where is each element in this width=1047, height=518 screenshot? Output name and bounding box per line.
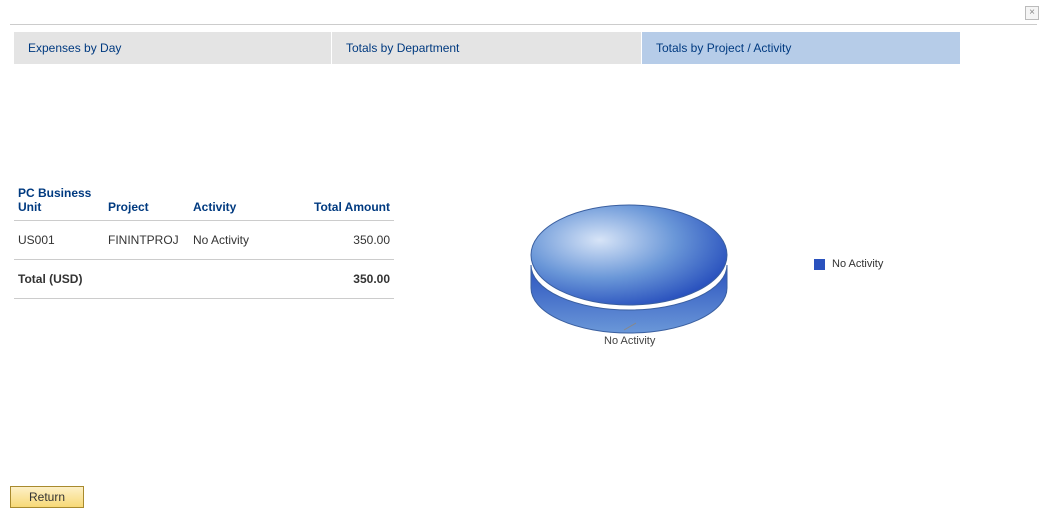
pie-chart: No Activity No Activity: [514, 180, 1034, 370]
table-row: US001 FININTPROJ No Activity 350.00: [14, 221, 394, 260]
pie-chart-svg: [514, 180, 744, 350]
cell-bu: US001: [14, 221, 104, 260]
return-button[interactable]: Return: [10, 486, 84, 508]
cell-activity: No Activity: [189, 221, 289, 260]
table-total-row: Total (USD) 350.00: [14, 260, 394, 299]
project-activity-table: PC Business Unit Project Activity Total …: [14, 180, 394, 299]
main-content: PC Business Unit Project Activity Total …: [14, 180, 1034, 370]
chart-legend: No Activity: [814, 258, 883, 270]
pie-slice-label: No Activity: [604, 335, 655, 347]
cell-amount: 350.00: [289, 221, 394, 260]
total-label: Total (USD): [14, 260, 289, 299]
total-amount: 350.00: [289, 260, 394, 299]
col-header-bu: PC Business Unit: [14, 180, 104, 221]
col-header-amount: Total Amount: [289, 180, 394, 221]
cell-project: FININTPROJ: [104, 221, 189, 260]
close-button[interactable]: ×: [1025, 6, 1039, 20]
tab-totals-by-department[interactable]: Totals by Department: [332, 32, 642, 64]
tab-bar: Expenses by Day Totals by Department Tot…: [14, 32, 960, 64]
legend-swatch: [814, 259, 825, 270]
tab-expenses-by-day[interactable]: Expenses by Day: [14, 32, 332, 64]
col-header-activity: Activity: [189, 180, 289, 221]
col-header-project: Project: [104, 180, 189, 221]
tab-totals-by-project-activity[interactable]: Totals by Project / Activity: [642, 32, 960, 64]
legend-label: No Activity: [832, 258, 883, 270]
top-divider: [10, 24, 1037, 25]
